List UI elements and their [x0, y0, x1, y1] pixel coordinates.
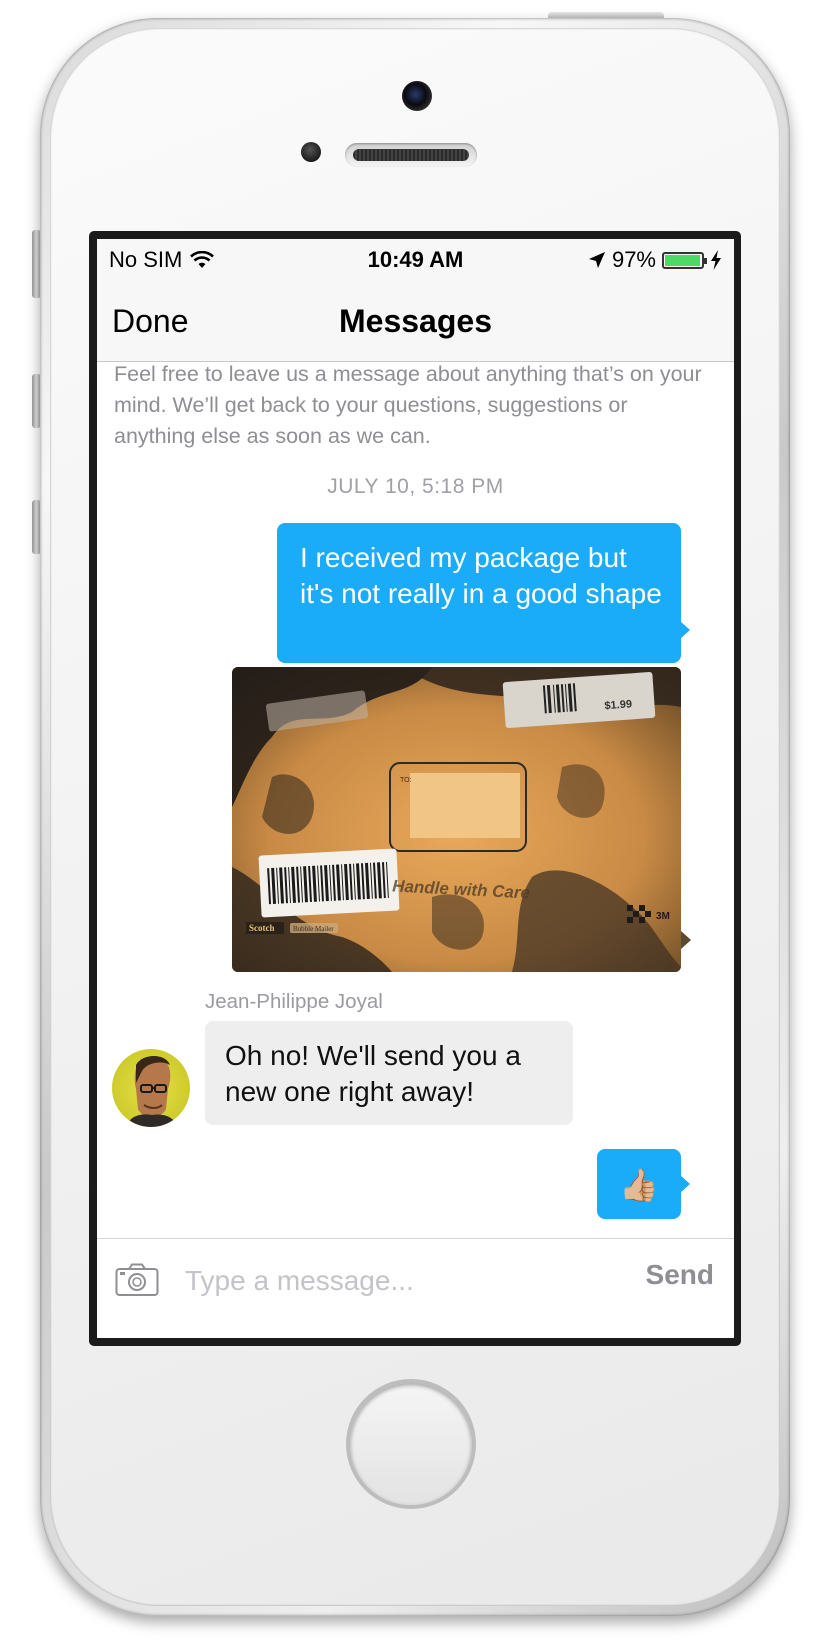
- incoming-message-bubble[interactable]: Oh no! We'll send you a new one right aw…: [205, 1021, 573, 1125]
- message-timestamp: JULY 10, 5:18 PM: [327, 475, 504, 498]
- charging-bolt-icon: [711, 250, 721, 270]
- avatar-portrait: [126, 1056, 178, 1127]
- bubble-tail: [680, 621, 690, 639]
- package-photo: $1.99 TO: Handle with Care Scotch Bubble…: [232, 667, 681, 972]
- outgoing-message-bubble[interactable]: I received my package but it's not reall…: [277, 523, 690, 663]
- screen: No SIM 10:49 AM 97% Done Messages Feel f…: [97, 239, 734, 1338]
- earpiece-speaker: [345, 143, 477, 167]
- thumbs-up-emoji: 👍🏼: [619, 1167, 659, 1203]
- bubble-mailer-label: Bubble Mailer: [293, 925, 334, 933]
- message-text: Oh no! We'll send you a new one right aw…: [225, 1040, 521, 1107]
- status-bar: No SIM 10:49 AM 97%: [97, 239, 734, 281]
- 3m-logo: 3M: [656, 911, 670, 922]
- send-button[interactable]: Send: [646, 1259, 714, 1291]
- to-label: TO:: [400, 777, 412, 784]
- message-input[interactable]: [183, 1257, 607, 1305]
- proximity-sensor: [301, 142, 321, 162]
- avatar[interactable]: [112, 1049, 190, 1127]
- front-camera: [402, 81, 432, 111]
- scotch-logo: Scotch: [249, 923, 275, 933]
- photo-bubble-tail: [681, 931, 691, 949]
- battery-level-fill: [665, 254, 700, 266]
- page-title: Messages: [339, 303, 492, 339]
- battery-percent: 97%: [611, 247, 656, 272]
- home-button[interactable]: [350, 1383, 472, 1505]
- message-composer: Send: [97, 1238, 734, 1338]
- sender-name: Jean-Philippe Joyal: [205, 990, 383, 1013]
- status-right: 97%: [588, 247, 722, 273]
- intro-text: Feel free to leave us a message about an…: [114, 362, 702, 448]
- battery-icon: [662, 251, 707, 269]
- outgoing-emoji-bubble[interactable]: 👍🏼: [597, 1149, 690, 1219]
- location-arrow-icon: [588, 252, 605, 268]
- price-label: $1.99: [604, 698, 632, 712]
- camera-icon[interactable]: [115, 1263, 159, 1297]
- navigation-bar: Done Messages: [97, 281, 734, 362]
- outgoing-photo-message[interactable]: $1.99 TO: Handle with Care Scotch Bubble…: [232, 667, 681, 972]
- bubble-tail: [680, 1175, 690, 1193]
- message-text: I received my package but it's not reall…: [300, 542, 662, 609]
